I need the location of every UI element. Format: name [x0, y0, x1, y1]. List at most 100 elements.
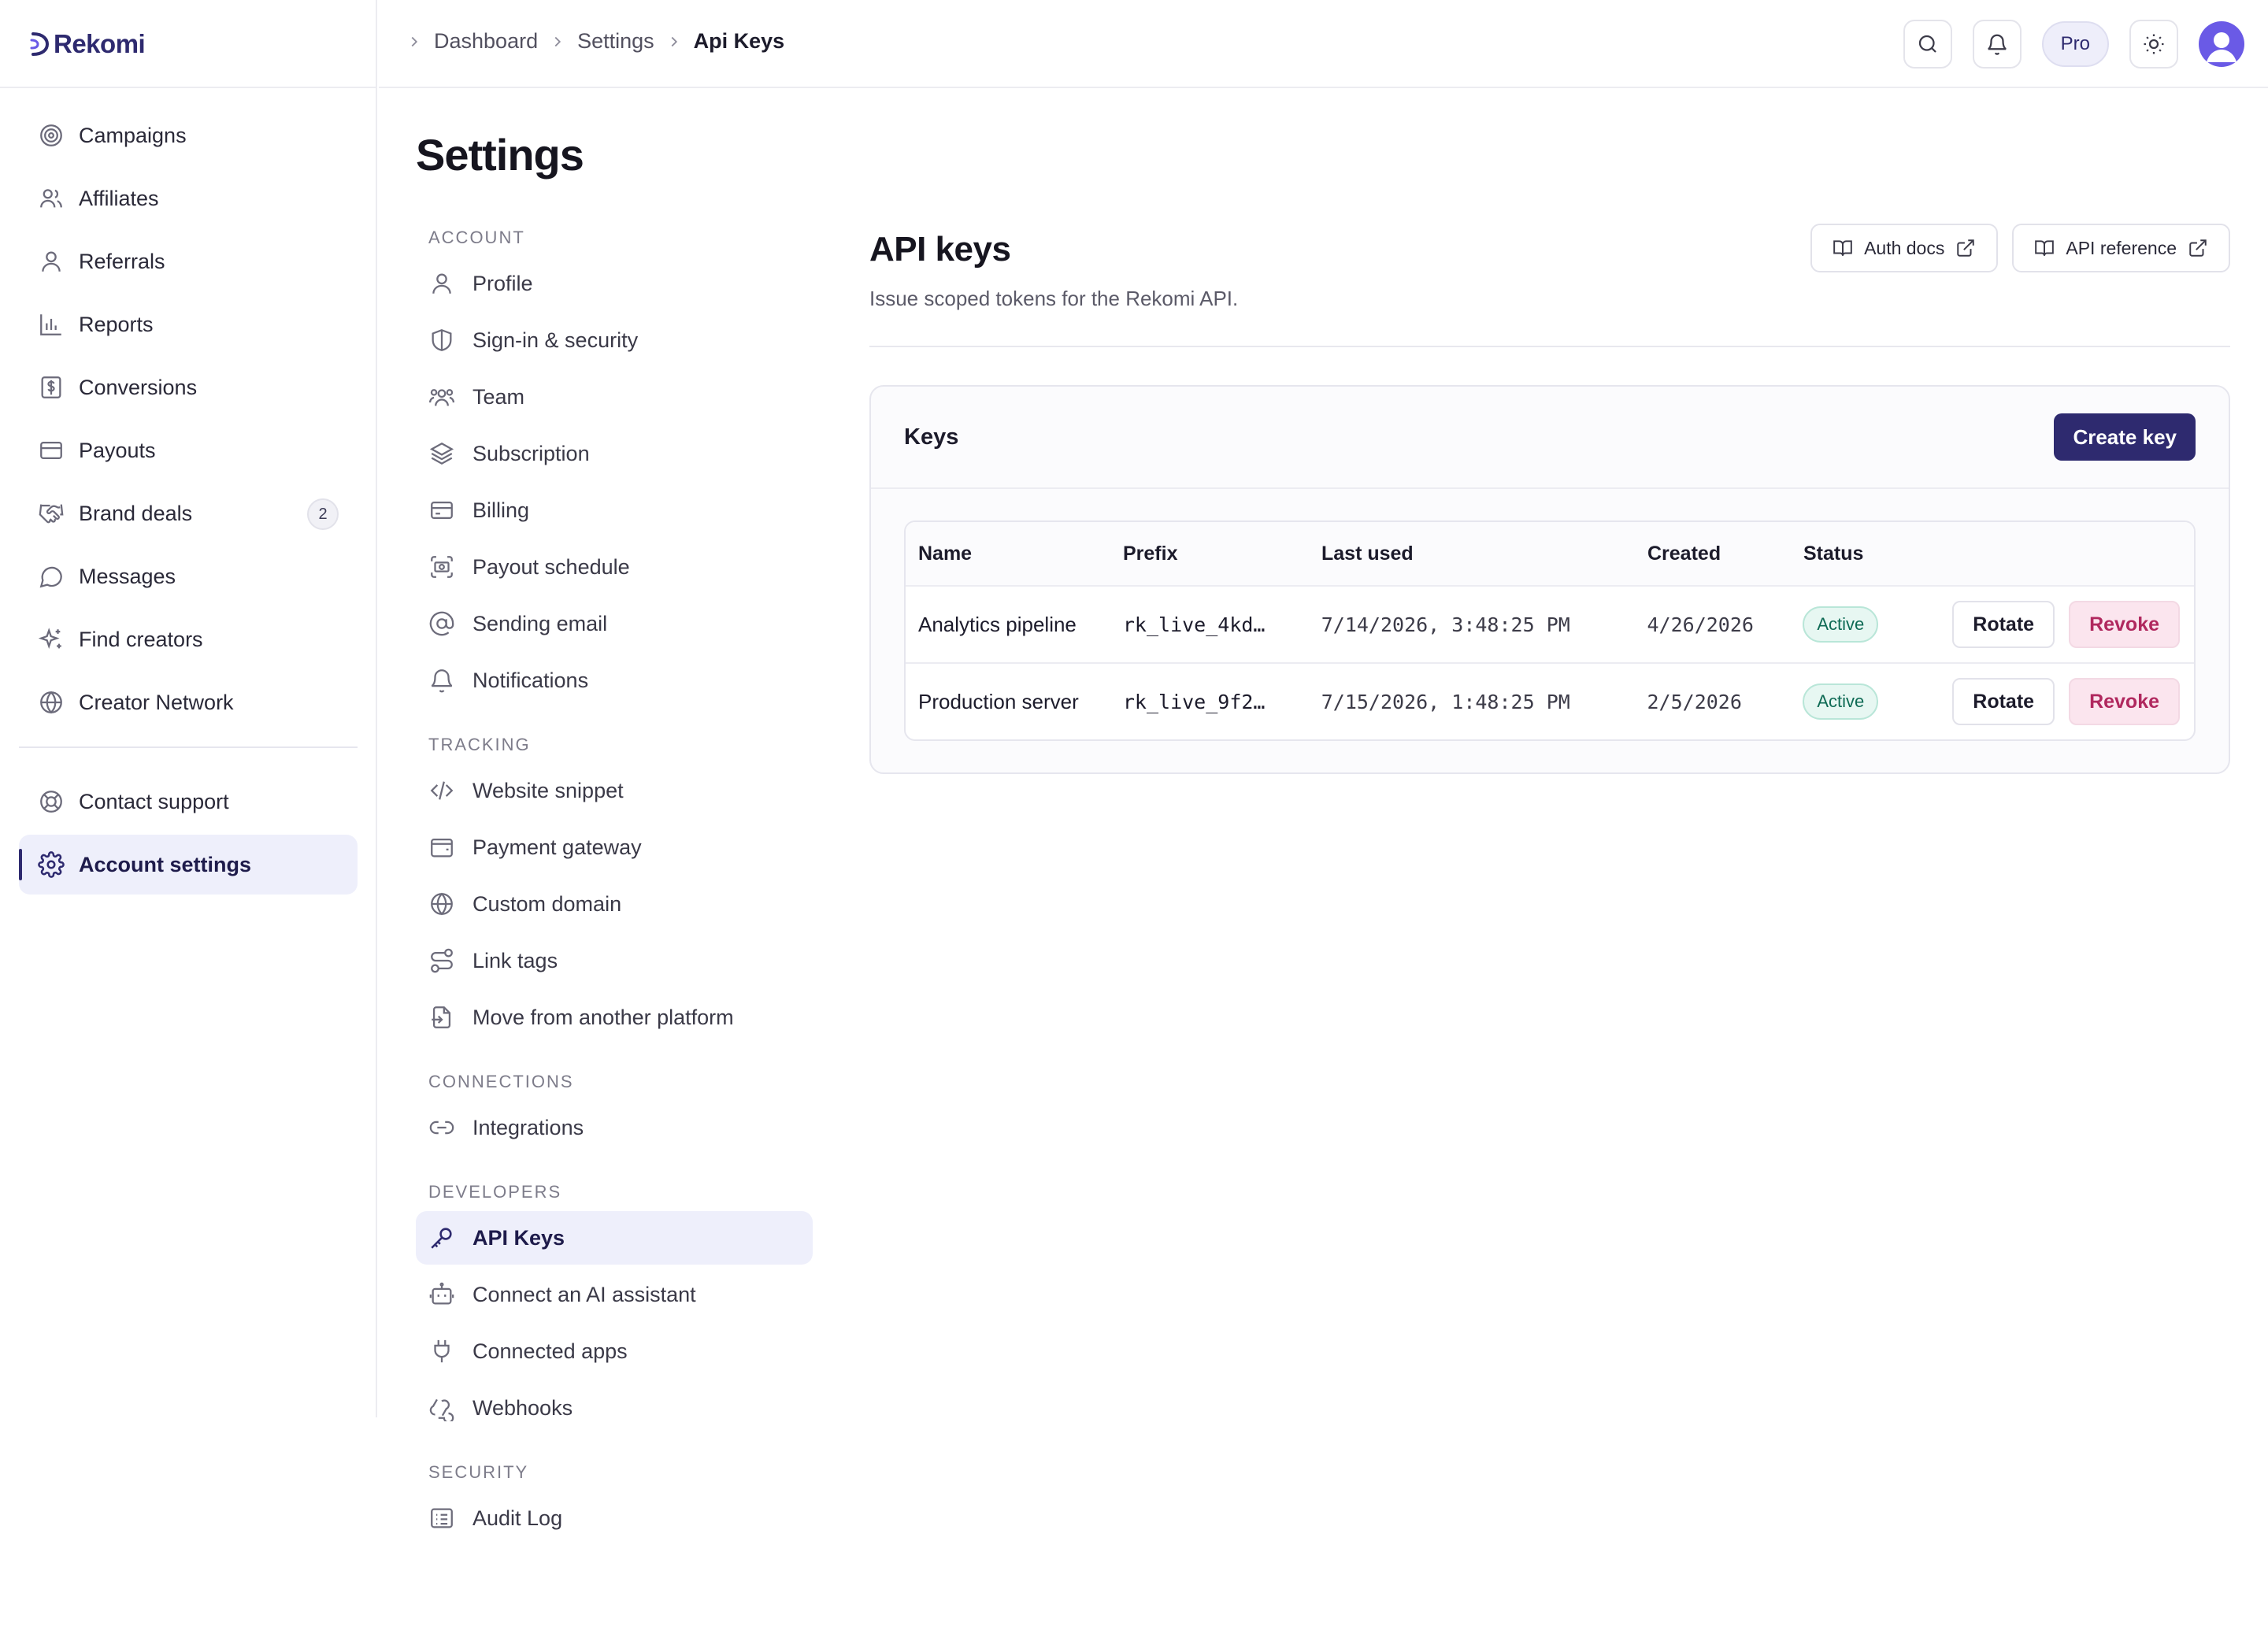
settings-item-label: Billing — [472, 498, 530, 522]
settings-item-team[interactable]: Team — [416, 370, 813, 424]
sidebar-item-label: Referrals — [79, 249, 165, 273]
create-key-button[interactable]: Create key — [2054, 413, 2196, 461]
column-header-created: Created — [1647, 542, 1721, 565]
theme-toggle-button[interactable] — [2129, 20, 2178, 69]
auth-docs-button[interactable]: Auth docs — [1810, 224, 1999, 272]
sidebar-item-label: Affiliates — [79, 186, 159, 210]
settings-item-connected-apps[interactable]: Connected apps — [416, 1324, 813, 1378]
revoke-key-button[interactable]: Revoke — [2069, 601, 2181, 648]
settings-item-label: Webhooks — [472, 1395, 573, 1420]
chat-bubble-icon — [39, 566, 62, 588]
section-divider — [869, 346, 2230, 347]
bell-icon — [1987, 34, 2007, 55]
key-actions: Rotate Revoke — [1952, 601, 2194, 648]
sidebar-item-reports[interactable]: Reports — [19, 294, 358, 354]
sidebar-item-label: Contact support — [79, 789, 229, 813]
sidebar-item-label: Messages — [79, 564, 176, 588]
sidebar-item-creator-network[interactable]: Creator Network — [19, 672, 358, 732]
external-link-icon — [1957, 239, 1975, 257]
plan-badge[interactable]: Pro — [2041, 21, 2109, 67]
status-badge: Active — [1803, 606, 1879, 643]
settings-item-billing[interactable]: Billing — [416, 483, 813, 537]
column-header-status: Status — [1803, 542, 1864, 565]
sidebar-item-campaigns[interactable]: Campaigns — [19, 106, 358, 165]
column-header-last-used: Last used — [1321, 542, 1414, 565]
rotate-key-button[interactable]: Rotate — [1952, 601, 2055, 648]
sidebar-item-conversions[interactable]: Conversions — [19, 357, 358, 417]
settings-group-heading: CONNECTIONS — [428, 1072, 574, 1091]
avatar[interactable] — [2199, 21, 2244, 67]
settings-item-notifications[interactable]: Notifications — [416, 654, 813, 707]
table-row: Production server rk_live_9f2… 7/15/2026… — [906, 662, 2194, 739]
settings-item-subscription[interactable]: Subscription — [416, 427, 813, 480]
settings-item-label: Connected apps — [472, 1339, 628, 1363]
sidebar-item-contact-support[interactable]: Contact support — [19, 772, 358, 832]
settings-item-custom-domain[interactable]: Custom domain — [416, 877, 813, 931]
settings-item-sign-in-security[interactable]: Sign-in & security — [416, 313, 813, 367]
sidebar-item-payouts[interactable]: Payouts — [19, 420, 358, 480]
external-link-icon — [2189, 239, 2207, 257]
search-button[interactable] — [1903, 20, 1952, 69]
settings-item-link-tags[interactable]: Link tags — [416, 934, 813, 987]
settings-item-website-snippet[interactable]: Website snippet — [416, 764, 813, 817]
settings-item-label: Move from another platform — [472, 1005, 734, 1029]
key-prefix: rk_live_9f2… — [1122, 690, 1266, 713]
settings-item-sending-email[interactable]: Sending email — [416, 597, 813, 650]
notifications-button[interactable] — [1972, 20, 2022, 69]
settings-item-label: Connect an AI assistant — [472, 1282, 696, 1306]
route-icon — [431, 948, 453, 973]
key-name: Analytics pipeline — [918, 612, 1077, 636]
dollar-receipt-icon — [41, 376, 61, 398]
settings-item-label: Team — [472, 384, 525, 409]
settings-item-ai-assistant[interactable]: Connect an AI assistant — [416, 1268, 813, 1321]
settings-group-account: ACCOUNT Profile Sign-in & security Team … — [416, 222, 813, 707]
nav-divider — [19, 746, 358, 748]
page-title: Settings — [416, 130, 584, 180]
key-created: 2/5/2026 — [1647, 690, 1742, 713]
key-last-used: 7/15/2026, 1:48:25 PM — [1321, 690, 1570, 713]
sidebar-item-find-creators[interactable]: Find creators — [19, 609, 358, 669]
revoke-key-button[interactable]: Revoke — [2069, 678, 2181, 725]
settings-item-move-platform[interactable]: Move from another platform — [416, 991, 813, 1044]
api-reference-button[interactable]: API reference — [2012, 224, 2230, 272]
settings-item-profile[interactable]: Profile — [416, 257, 813, 310]
breadcrumb-current: Api Keys — [693, 29, 785, 53]
list-icon — [431, 1508, 453, 1528]
sidebar-item-label: Campaigns — [79, 123, 187, 147]
settings-group-heading: TRACKING — [428, 735, 531, 754]
top-actions: Pro — [1903, 20, 2244, 69]
breadcrumb-dashboard[interactable]: Dashboard — [434, 29, 538, 54]
chevron-right-icon — [411, 36, 418, 46]
user-icon — [432, 273, 451, 294]
sidebar-item-messages[interactable]: Messages — [19, 546, 358, 606]
section-subtitle: Issue scoped tokens for the Rekomi API. — [869, 287, 1239, 310]
settings-item-webhooks[interactable]: Webhooks — [416, 1381, 813, 1435]
api-keys-section: API keys Issue scoped tokens for the Rek… — [869, 222, 2230, 774]
settings-item-payment-gateway[interactable]: Payment gateway — [416, 820, 813, 874]
layers-icon — [429, 442, 454, 465]
keys-card-header: Keys Create key — [871, 387, 2229, 489]
breadcrumb-settings[interactable]: Settings — [577, 29, 654, 54]
app-sidebar: Rekomi Campaigns Affiliates Referrals Re… — [0, 0, 377, 1417]
sidebar-item-affiliates[interactable]: Affiliates — [19, 169, 358, 228]
at-sign-icon — [429, 611, 454, 636]
bell-icon — [431, 669, 453, 693]
sidebar-item-brand-deals[interactable]: Brand deals 2 — [19, 483, 358, 543]
settings-item-label: Custom domain — [472, 891, 622, 916]
credit-card-icon — [431, 501, 453, 520]
rotate-key-button[interactable]: Rotate — [1952, 678, 2055, 725]
settings-item-api-keys[interactable]: API Keys — [416, 1211, 813, 1265]
settings-item-audit-log[interactable]: Audit Log — [416, 1491, 813, 1545]
sidebar-item-referrals[interactable]: Referrals — [19, 232, 358, 291]
user-icon — [42, 251, 61, 272]
settings-item-label: Sign-in & security — [472, 328, 639, 352]
app-logo[interactable]: Rekomi — [28, 28, 146, 60]
settings-item-payout-schedule[interactable]: Payout schedule — [416, 540, 813, 594]
book-open-icon — [2035, 240, 2055, 256]
sidebar-item-account-settings[interactable]: Account settings — [19, 835, 358, 895]
settings-item-integrations[interactable]: Integrations — [416, 1101, 813, 1154]
file-import-icon — [432, 1006, 451, 1028]
key-name: Production server — [918, 689, 1079, 713]
breadcrumb: Dashboard Settings Api Keys — [406, 29, 784, 54]
chevron-right-icon — [671, 36, 677, 46]
